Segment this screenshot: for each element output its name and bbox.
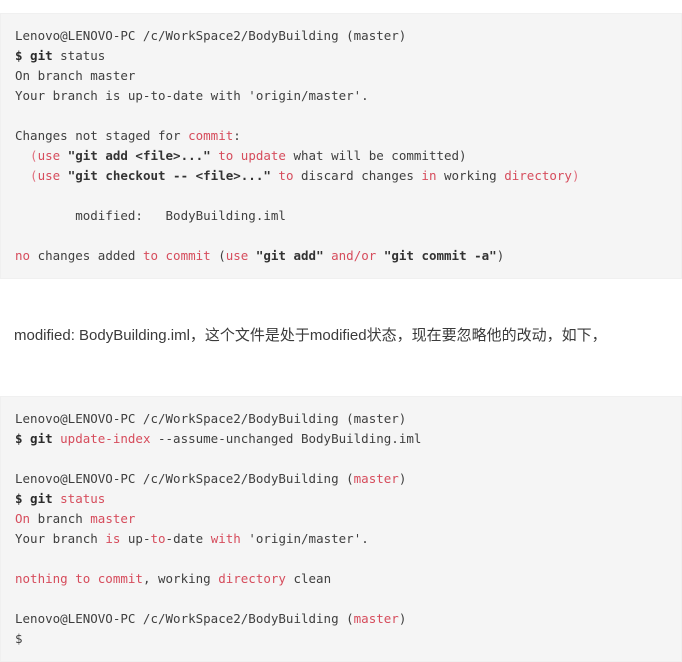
code-token: working [436, 167, 505, 183]
code-line-on-branch-master: On branch master [15, 66, 681, 86]
code-token: Your branch [15, 530, 106, 546]
code-line-prompt-2: Lenovo@LENOVO-PC /c/WorkSpace2/BodyBuild… [15, 409, 681, 429]
code-token: directory [504, 167, 572, 183]
code-token: ( [15, 167, 38, 183]
code-line-blank-3 [15, 226, 681, 246]
code-token: ) [496, 247, 505, 263]
code-line-command-update-index: $ git update-index --assume-unchanged Bo… [15, 429, 681, 449]
code-token: master [90, 510, 136, 526]
code-token: to [278, 167, 294, 183]
code-token: use [225, 247, 249, 263]
code-line-changes-not-staged: Changes not staged for commit: [15, 126, 681, 146]
code-token: "git add <file>..." [67, 147, 211, 163]
code-token: modified: BodyBuilding.iml [15, 207, 286, 223]
terminal-code-block-git-status: Lenovo@LENOVO-PC /c/WorkSpace2/BodyBuild… [0, 12, 682, 279]
code-token: branch [30, 510, 91, 526]
code-line-modified-file: modified: BodyBuilding.iml [15, 206, 681, 226]
code-line-prompt-3: Lenovo@LENOVO-PC /c/WorkSpace2/BodyBuild… [15, 469, 681, 489]
code-line-blank-4 [15, 449, 681, 469]
code-token: On [15, 510, 31, 526]
code-line-blank-5 [15, 549, 681, 569]
code-token: Lenovo@LENOVO-PC /c/WorkSpace2/BodyBuild… [15, 610, 354, 626]
code-token: , working [142, 570, 219, 586]
code-line-nothing-to-commit: nothing to commit, working directory cle… [15, 569, 681, 589]
code-token: $ git [15, 430, 61, 446]
code-token: in [421, 167, 437, 183]
code-token: update-index [60, 430, 151, 446]
code-line-prompt-4: Lenovo@LENOVO-PC /c/WorkSpace2/BodyBuild… [15, 609, 681, 629]
code-token: Lenovo@LENOVO-PC /c/WorkSpace2/BodyBuild… [15, 470, 354, 486]
code-token: to update [218, 147, 286, 163]
code-token: directory [218, 570, 286, 586]
code-token: status [60, 47, 106, 63]
code-token: ) [398, 470, 407, 486]
code-token: to commit [142, 247, 211, 263]
terminal-code-block-update-index: Lenovo@LENOVO-PC /c/WorkSpace2/BodyBuild… [0, 395, 682, 662]
block-gap-upper [0, 291, 682, 309]
block-gap-lower [0, 363, 682, 383]
code-token: Changes not staged for [15, 127, 189, 143]
code-token: changes added [30, 247, 143, 263]
code-token: is [105, 530, 121, 546]
code-token: Lenovo@LENOVO-PC /c/WorkSpace2/BodyBuild… [15, 27, 407, 43]
code-line-branch-uptodate-2: Your branch is up-to-date with 'origin/m… [15, 529, 681, 549]
code-token: -date [165, 530, 211, 546]
code-token: 'origin/master'. [240, 530, 369, 546]
code-token: "git add" [255, 247, 324, 263]
code-token: with [210, 530, 241, 546]
code-token: ( [210, 247, 226, 263]
code-line-blank-2 [15, 186, 681, 206]
code-line-branch-uptodate: Your branch is up-to-date with 'origin/m… [15, 86, 681, 106]
code-token: ) [398, 610, 407, 626]
code-token: On branch master [15, 67, 136, 83]
code-token: what will be committed) [285, 147, 467, 163]
code-token: Your branch is up-to-date with 'origin/m… [15, 87, 369, 103]
code-token: use [37, 147, 61, 163]
explanation-paragraph: modified: BodyBuilding.iml，这个文件是处于modifi… [14, 327, 607, 344]
code-line-hint-git-add: (use "git add <file>..." to update what … [15, 146, 681, 166]
code-token: commit [188, 127, 234, 143]
code-token: and/or [331, 247, 377, 263]
code-token: Lenovo@LENOVO-PC /c/WorkSpace2/BodyBuild… [15, 410, 407, 426]
code-token: $ git [15, 47, 61, 63]
code-line-blank-1 [15, 106, 681, 126]
code-line-prompt-1: Lenovo@LENOVO-PC /c/WorkSpace2/BodyBuild… [15, 26, 681, 46]
code-token: clean [285, 570, 332, 586]
code-token: master [353, 470, 399, 486]
code-line-command-git-status: $ git status [15, 46, 681, 66]
code-token: : [233, 127, 241, 143]
code-token: $ git [15, 490, 61, 506]
code-token: status [60, 490, 106, 506]
code-token: ) [571, 167, 580, 183]
code-line-hint-git-checkout: (use "git checkout -- <file>..." to disc… [15, 166, 681, 186]
code-line-on-branch-master-2: On branch master [15, 509, 681, 529]
code-line-no-changes-added: no changes added to commit (use "git add… [15, 246, 681, 266]
code-token: up- [120, 530, 151, 546]
code-token: to [150, 530, 166, 546]
code-token: "git commit -a" [383, 247, 497, 263]
code-token: ( [15, 147, 38, 163]
code-token: no [15, 247, 31, 263]
code-line-prompt-final: $ [15, 629, 681, 649]
code-token: "git checkout -- <file>..." [67, 167, 271, 183]
code-token: discard changes [293, 167, 422, 183]
code-token: use [37, 167, 61, 183]
article-page: Lenovo@LENOVO-PC /c/WorkSpace2/BodyBuild… [0, 12, 682, 662]
code-token: --assume-unchanged BodyBuilding.iml [150, 430, 422, 446]
code-token: $ [15, 630, 23, 646]
code-line-command-git-status-2: $ git status [15, 489, 681, 509]
code-token: nothing to commit [15, 570, 143, 586]
code-token: master [353, 610, 399, 626]
